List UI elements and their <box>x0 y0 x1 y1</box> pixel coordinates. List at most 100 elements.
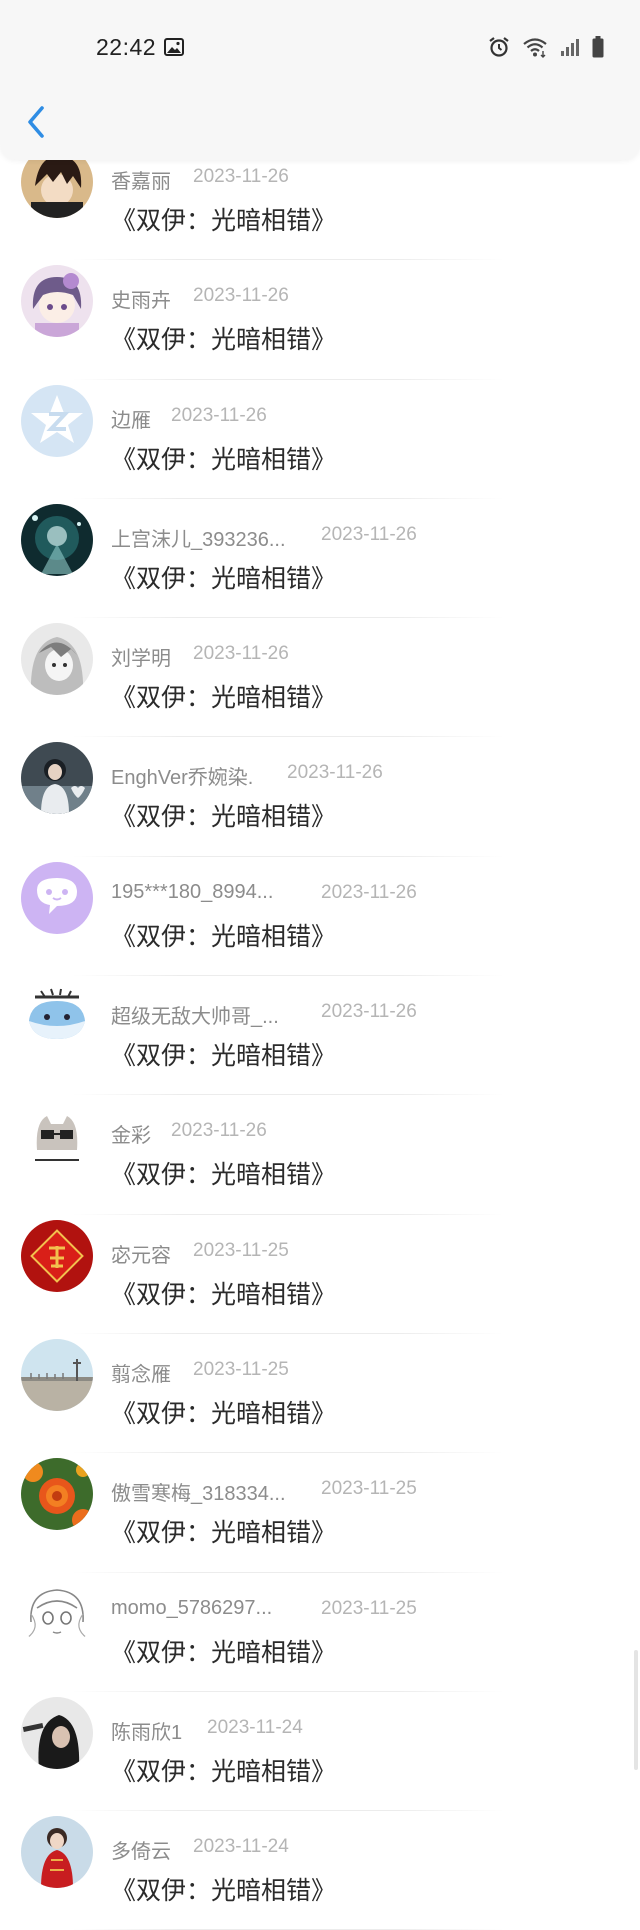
list-item-meta: 边雁 2023-11-26 <box>111 404 631 432</box>
book-title: 《双伊：光暗相错》 <box>111 445 337 474</box>
post-date: 2023-11-26 <box>321 523 417 545</box>
book-title: 《双伊：光暗相错》 <box>111 1877 337 1906</box>
list-item-meta: momo_5786297... 2023-11-25 <box>111 1597 631 1621</box>
signal-icon <box>560 37 580 57</box>
list-item[interactable]: 刘学明 2023-11-26 《双伊：光暗相错》 <box>0 618 640 738</box>
list-item-meta: 金彩 2023-11-26 <box>111 1119 631 1147</box>
list-item[interactable]: 195***180_8994... 2023-11-26 《双伊：光暗相错》 <box>0 857 640 977</box>
book-title: 《双伊：光暗相错》 <box>111 1280 337 1309</box>
post-date: 2023-11-26 <box>171 1120 267 1142</box>
list-item[interactable]: 多倚云 2023-11-24 《双伊：光暗相错》 <box>0 1811 640 1930</box>
post-date: 2023-11-26 <box>193 643 289 665</box>
avatar[interactable] <box>21 1816 93 1889</box>
chevron-left-icon <box>25 105 47 144</box>
avatar[interactable] <box>21 1577 93 1650</box>
book-title: 《双伊：光暗相错》 <box>111 803 337 832</box>
list-item[interactable]: 金彩 2023-11-26 《双伊：光暗相错》 <box>0 1095 640 1215</box>
book-title: 《双伊：光暗相错》 <box>111 922 337 951</box>
avatar[interactable] <box>21 1338 93 1411</box>
post-date: 2023-11-24 <box>207 1716 303 1738</box>
avatar[interactable] <box>21 981 93 1054</box>
user-name[interactable]: 边雁 <box>111 404 151 433</box>
list-item[interactable]: 翦念雁 2023-11-25 《双伊：光暗相错》 <box>0 1334 640 1454</box>
book-title: 《双伊：光暗相错》 <box>111 1638 337 1667</box>
user-name[interactable]: 金彩 <box>111 1119 151 1148</box>
user-name[interactable]: 多倚云 <box>111 1835 171 1864</box>
avatar[interactable] <box>21 1100 93 1173</box>
status-time: 22:42 <box>96 34 157 60</box>
list-item[interactable]: 陈雨欣1 2023-11-24 《双伊：光暗相错》 <box>0 1692 640 1812</box>
alarm-icon <box>488 36 510 58</box>
post-date: 2023-11-25 <box>321 1597 417 1619</box>
list-item[interactable]: 宓元容 2023-11-25 《双伊：光暗相错》 <box>0 1215 640 1334</box>
avatar[interactable] <box>21 861 93 934</box>
post-date: 2023-11-25 <box>321 1478 417 1500</box>
list-item-meta: 傲雪寒梅_318334... 2023-11-25 <box>111 1477 631 1505</box>
book-title: 《双伊：光暗相错》 <box>111 1399 337 1428</box>
app-root: 22:42 香嘉丽 2023-11-26 《双伊：光暗相错》 史雨卉 2023-… <box>0 0 640 1930</box>
user-list: 香嘉丽 2023-11-26 《双伊：光暗相错》 史雨卉 2023-11-26 … <box>0 141 640 1930</box>
book-title: 《双伊：光暗相错》 <box>111 1042 337 1071</box>
avatar[interactable] <box>21 1219 93 1292</box>
avatar[interactable] <box>21 503 93 576</box>
post-date: 2023-11-26 <box>193 285 289 307</box>
post-date: 2023-11-25 <box>193 1239 289 1261</box>
user-name[interactable]: 宓元容 <box>111 1239 171 1268</box>
avatar[interactable] <box>21 623 93 696</box>
scrollbar[interactable] <box>634 1650 638 1770</box>
list-item-meta: 翦念雁 2023-11-25 <box>111 1358 631 1386</box>
status-icons <box>488 34 604 60</box>
user-name[interactable]: 195***180_8994... <box>111 881 273 904</box>
battery-icon <box>592 36 604 58</box>
list-item[interactable]: 上宫沫儿_393236... 2023-11-26 《双伊：光暗相错》 <box>0 499 640 619</box>
post-date: 2023-11-26 <box>171 404 267 426</box>
book-title: 《双伊：光暗相错》 <box>111 1161 337 1190</box>
avatar[interactable] <box>21 1696 93 1769</box>
user-name[interactable]: 陈雨欣1 <box>111 1716 182 1745</box>
list-item-meta: 195***180_8994... 2023-11-26 <box>111 881 631 905</box>
list-item-meta: 宓元容 2023-11-25 <box>111 1239 631 1267</box>
user-name[interactable]: 傲雪寒梅_318334... <box>111 1477 286 1506</box>
list-item[interactable]: 超级无敌大帅哥_... 2023-11-26 《双伊：光暗相错》 <box>0 976 640 1096</box>
top-header: 22:42 <box>0 0 640 160</box>
list-item[interactable]: momo_5786297... 2023-11-25 《双伊：光暗相错》 <box>0 1573 640 1692</box>
list-item[interactable]: 傲雪寒梅_318334... 2023-11-25 《双伊：光暗相错》 <box>0 1453 640 1573</box>
post-date: 2023-11-26 <box>321 1001 417 1023</box>
list-item-meta: 史雨卉 2023-11-26 <box>111 284 631 312</box>
list-item-meta: 超级无敌大帅哥_... 2023-11-26 <box>111 1000 631 1028</box>
post-date: 2023-11-24 <box>193 1836 289 1858</box>
user-name[interactable]: 史雨卉 <box>111 284 171 313</box>
book-title: 《双伊：光暗相错》 <box>111 326 337 355</box>
list-item[interactable]: EnghVer乔婉染. 2023-11-26 《双伊：光暗相错》 <box>0 737 640 857</box>
user-name[interactable]: 上宫沫儿_393236... <box>111 523 286 552</box>
user-name[interactable]: 翦念雁 <box>111 1358 171 1387</box>
book-title: 《双伊：光暗相错》 <box>111 684 337 713</box>
avatar[interactable] <box>21 265 93 338</box>
post-date: 2023-11-26 <box>193 166 289 187</box>
user-name[interactable]: EnghVer乔婉染. <box>111 761 253 790</box>
avatar[interactable] <box>21 1458 93 1531</box>
post-date: 2023-11-26 <box>321 881 417 903</box>
book-title: 《双伊：光暗相错》 <box>111 564 337 593</box>
list-item-meta: 陈雨欣1 2023-11-24 <box>111 1716 631 1744</box>
gallery-icon <box>164 38 184 56</box>
book-title: 《双伊：光暗相错》 <box>111 207 337 235</box>
avatar[interactable] <box>21 384 93 457</box>
avatar[interactable] <box>21 742 93 815</box>
list-item[interactable]: 边雁 2023-11-26 《双伊：光暗相错》 <box>0 380 640 499</box>
list-item-meta: 多倚云 2023-11-24 <box>111 1835 631 1863</box>
post-date: 2023-11-26 <box>287 762 383 784</box>
user-name[interactable]: momo_5786297... <box>111 1597 272 1620</box>
list-item-meta: EnghVer乔婉染. 2023-11-26 <box>111 761 631 789</box>
book-title: 《双伊：光暗相错》 <box>111 1519 337 1548</box>
post-date: 2023-11-25 <box>193 1358 289 1380</box>
user-name[interactable]: 超级无敌大帅哥_... <box>111 1000 279 1029</box>
back-button[interactable] <box>16 104 56 144</box>
list-item[interactable]: 史雨卉 2023-11-26 《双伊：光暗相错》 <box>0 260 640 380</box>
list-item-meta: 香嘉丽 2023-11-26 <box>111 165 631 193</box>
user-name[interactable]: 香嘉丽 <box>111 165 171 194</box>
wifi-icon <box>522 36 548 58</box>
user-name[interactable]: 刘学明 <box>111 642 171 671</box>
list-item-meta: 刘学明 2023-11-26 <box>111 642 631 670</box>
status-bar: 22:42 <box>0 0 640 96</box>
